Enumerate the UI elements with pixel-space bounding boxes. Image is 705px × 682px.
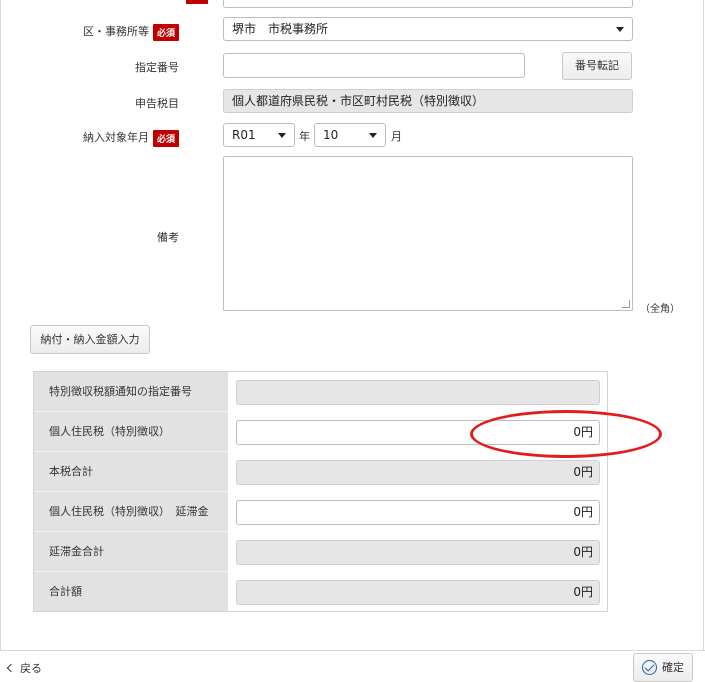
late-fee-total-field: 0円 <box>236 540 600 565</box>
chevron-down-icon <box>278 133 286 138</box>
principal-total-field: 0円 <box>236 460 600 485</box>
back-link[interactable]: 戻る <box>6 660 42 676</box>
clipped-field <box>223 0 633 8</box>
tax-item-label-row: 申告税目 <box>135 95 179 111</box>
confirm-button[interactable]: 確定 <box>633 653 693 682</box>
row-label: 個人住民税（特別徴収） 延滞金 <box>49 505 209 518</box>
confirm-label: 確定 <box>662 661 684 674</box>
left-divider <box>0 0 1 650</box>
office-label-row: 区・事務所等 必須 <box>83 23 179 41</box>
year-select-value: R01 <box>232 128 256 142</box>
tax-item-label: 申告税目 <box>135 97 179 110</box>
right-divider <box>703 0 704 650</box>
chevron-down-icon <box>369 133 377 138</box>
remarks-label-row: 備考 <box>157 229 179 245</box>
chevron-down-icon <box>616 27 624 32</box>
remarks-textarea[interactable] <box>223 156 633 311</box>
back-label: 戻る <box>20 662 42 675</box>
amount-table: 特別徴収税額通知の指定番号 個人住民税（特別徴収） 0円 本税合計 0円 個人住… <box>33 371 608 612</box>
row-label: 個人住民税（特別徴収） <box>49 425 170 438</box>
notice-number-field <box>236 380 600 405</box>
resize-grip-icon[interactable] <box>622 300 630 308</box>
designation-label: 指定番号 <box>135 61 179 74</box>
table-row: 特別徴収税額通知の指定番号 <box>34 372 609 412</box>
table-row: 延滞金合計 0円 <box>34 532 609 572</box>
required-badge: 必須 <box>152 129 179 147</box>
table-row: 個人住民税（特別徴収） 延滞金 0円 <box>34 492 609 532</box>
required-badge: 必須 <box>152 23 179 41</box>
payment-period-label-row: 納入対象年月 必須 <box>83 129 179 147</box>
month-select[interactable]: 10 <box>314 123 386 147</box>
year-unit: 年 <box>299 130 310 143</box>
designation-label-row: 指定番号 <box>135 59 179 75</box>
designation-input[interactable] <box>223 53 525 78</box>
remarks-label: 備考 <box>157 231 179 244</box>
highlight-ellipse <box>470 410 662 458</box>
clipped-required-badge <box>186 0 208 4</box>
table-row: 本税合計 0円 <box>34 452 609 492</box>
chevron-left-icon <box>6 663 16 673</box>
form-page: 区・事務所等 必須 堺市 市税事務所 指定番号 番号転記 申告税目 個人都道府県民… <box>0 0 705 682</box>
footer-bar <box>0 650 705 682</box>
row-label: 特別徴収税額通知の指定番号 <box>49 385 192 398</box>
office-label: 区・事務所等 <box>82 25 149 38</box>
tax-item-field: 個人都道府県民税・市区町村民税（特別徴収） <box>223 89 633 113</box>
office-select[interactable]: 堺市 市税事務所 <box>223 17 633 41</box>
table-row: 合計額 0円 <box>34 572 609 612</box>
row-label: 延滞金合計 <box>49 545 104 558</box>
row-label: 本税合計 <box>49 465 93 478</box>
payment-period-label: 納入対象年月 <box>82 131 149 144</box>
office-select-value: 堺市 市税事務所 <box>232 22 329 36</box>
late-fee-input[interactable]: 0円 <box>236 500 600 525</box>
month-unit: 月 <box>391 130 402 143</box>
grand-total-field: 0円 <box>236 580 600 605</box>
remarks-note: （全角） <box>640 304 680 315</box>
number-transfer-button[interactable]: 番号転記 <box>562 52 632 80</box>
year-select[interactable]: R01 <box>223 123 295 147</box>
month-select-value: 10 <box>323 128 339 142</box>
check-circle-icon <box>642 660 657 675</box>
row-label: 合計額 <box>49 585 82 598</box>
amount-entry-button[interactable]: 納付・納入金額入力 <box>30 325 150 354</box>
